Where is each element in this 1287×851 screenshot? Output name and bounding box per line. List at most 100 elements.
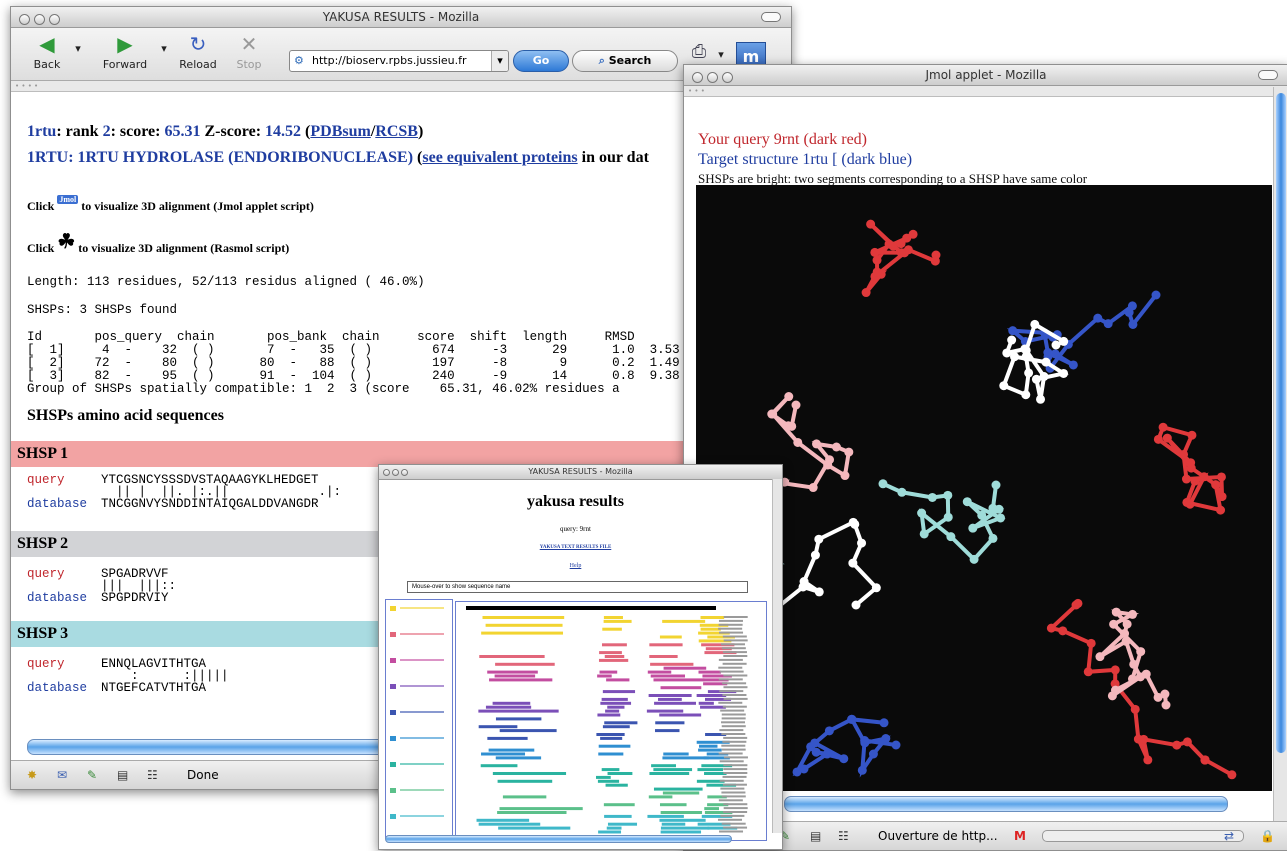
alignment-bar xyxy=(660,830,702,834)
url-dropdown-icon[interactable]: ▾ xyxy=(491,51,508,71)
length-line: Length: 113 residues, 52/113 residus ali… xyxy=(27,275,425,289)
pdbsum-link[interactable]: PDBsum xyxy=(310,123,370,140)
lock-icon: 🔒 xyxy=(1260,829,1275,843)
atom xyxy=(968,523,978,533)
atom xyxy=(1200,755,1210,765)
mail-icon[interactable]: ✉ xyxy=(57,761,67,789)
back-menu-icon[interactable]: ▾ xyxy=(71,42,85,55)
atom xyxy=(991,480,1001,490)
minimize-button[interactable] xyxy=(34,14,45,25)
toolbar-toggle-button[interactable] xyxy=(761,12,781,22)
alignment-bar xyxy=(499,729,557,733)
sequence-label-mark xyxy=(719,670,744,673)
search-button[interactable]: ⌕ Search xyxy=(572,50,678,72)
atom xyxy=(811,747,821,757)
print-icon[interactable]: ⎙ xyxy=(687,40,711,66)
print-menu-icon[interactable]: ▾ xyxy=(715,48,727,61)
alignment-bar xyxy=(659,803,687,807)
chat-icon[interactable]: ☷ xyxy=(147,761,158,789)
description-line: 1RTU: 1RTU HYDROLASE (ENDORIBONUCLEASE) … xyxy=(27,149,649,166)
help-link[interactable]: Help xyxy=(379,563,772,569)
atom xyxy=(1021,352,1031,362)
stop-button[interactable]: ✕ Stop xyxy=(229,32,269,71)
atom xyxy=(1172,740,1182,750)
alignment-bar xyxy=(646,709,684,713)
atom xyxy=(1227,770,1237,780)
rasmol-icon[interactable]: ☘ xyxy=(57,229,75,254)
jmol-click-line: Click Jmol to visualize 3D alignment (Jm… xyxy=(27,195,314,213)
atom xyxy=(977,510,987,520)
small-vertical-scrollbar[interactable] xyxy=(772,479,782,833)
small-titlebar: YAKUSA RESULTS - Mozilla xyxy=(379,465,782,480)
sequence-label-mark xyxy=(723,674,748,677)
back-button[interactable]: ◀ Back xyxy=(27,32,67,71)
alignment-bar xyxy=(699,744,718,748)
atom xyxy=(1059,368,1069,378)
forward-menu-icon[interactable]: ▾ xyxy=(157,42,171,55)
alignment-bar xyxy=(487,736,528,740)
jmol-close-button[interactable] xyxy=(692,72,703,83)
legend-line xyxy=(400,659,444,661)
address-book-icon[interactable]: ▤ xyxy=(810,822,821,850)
atom xyxy=(1002,348,1012,358)
address-book-icon[interactable]: ▤ xyxy=(117,761,128,789)
mouse-over-field[interactable]: Mouse-over to show sequence name xyxy=(407,581,748,593)
alignment-bar xyxy=(600,701,632,705)
alignment-bar xyxy=(648,795,673,799)
url-field[interactable]: ⚙ http://bioserv.rpbs.jussieu.fr ▾ xyxy=(289,50,509,72)
close-button[interactable] xyxy=(19,14,30,25)
alignment-bar xyxy=(478,822,541,826)
zoom-button[interactable] xyxy=(49,14,60,25)
navigator-icon[interactable]: ✸ xyxy=(27,761,37,789)
small-minimize-button[interactable] xyxy=(392,469,399,476)
text-results-link[interactable]: YAKUSA TEXT RESULTS FILE xyxy=(379,545,772,550)
legend-swatch xyxy=(390,684,396,689)
jmol-zoom-button[interactable] xyxy=(722,72,733,83)
forward-button[interactable]: ▶ Forward xyxy=(97,32,153,71)
atom xyxy=(1083,667,1093,677)
jmol-window-title: Jmol applet - Mozilla xyxy=(925,68,1047,82)
alignment-bar xyxy=(485,623,563,627)
jmol-icon[interactable]: Jmol xyxy=(57,195,79,204)
reload-button[interactable]: ↻ Reload xyxy=(173,32,223,71)
small-horizontal-scrollbar[interactable] xyxy=(385,835,732,843)
alignment-bar xyxy=(653,787,703,791)
equivalent-proteins-link[interactable]: see equivalent proteins xyxy=(422,149,577,166)
alignment-bar xyxy=(596,775,611,779)
alignment-bar xyxy=(485,705,532,709)
alignment-bar xyxy=(597,674,612,678)
jmol-horizontal-scrollbar[interactable] xyxy=(784,796,1228,812)
composer-icon[interactable]: ✎ xyxy=(87,761,97,789)
small-zoom-button[interactable] xyxy=(401,469,408,476)
jmol-vertical-scrollbar[interactable] xyxy=(1273,87,1287,822)
sequence-label-mark xyxy=(720,643,745,646)
chat-icon[interactable]: ☷ xyxy=(838,822,849,850)
atom xyxy=(1135,672,1145,682)
jmol-toolbar-toggle-button[interactable] xyxy=(1258,70,1278,80)
atom xyxy=(848,558,858,568)
legend-line xyxy=(400,633,444,635)
stop-icon: ✕ xyxy=(240,32,258,56)
jmol-minimize-button[interactable] xyxy=(707,72,718,83)
atom xyxy=(897,487,907,497)
atom xyxy=(1110,665,1120,675)
sequence-label-mark xyxy=(719,779,744,782)
jmol-target-line: Target structure 1rtu [ (dark blue) xyxy=(698,151,913,168)
alignment-bar xyxy=(650,662,694,666)
atom xyxy=(1068,360,1078,370)
jmol-scroll-thumb[interactable] xyxy=(1276,93,1286,753)
atom xyxy=(844,447,854,457)
small-close-button[interactable] xyxy=(383,469,390,476)
alignment-bar xyxy=(700,616,725,619)
alignment-bar xyxy=(598,752,624,756)
sequence-label-mark xyxy=(719,729,744,732)
atom xyxy=(1120,629,1130,639)
go-button[interactable]: Go xyxy=(513,50,569,72)
sequence-label-mark xyxy=(718,701,743,704)
atom xyxy=(1007,335,1017,345)
alignment-graphic xyxy=(466,606,748,834)
sequence-label-mark xyxy=(722,740,747,743)
atom xyxy=(943,490,953,500)
rcsb-link[interactable]: RCSB xyxy=(375,123,418,140)
atom xyxy=(930,256,940,266)
